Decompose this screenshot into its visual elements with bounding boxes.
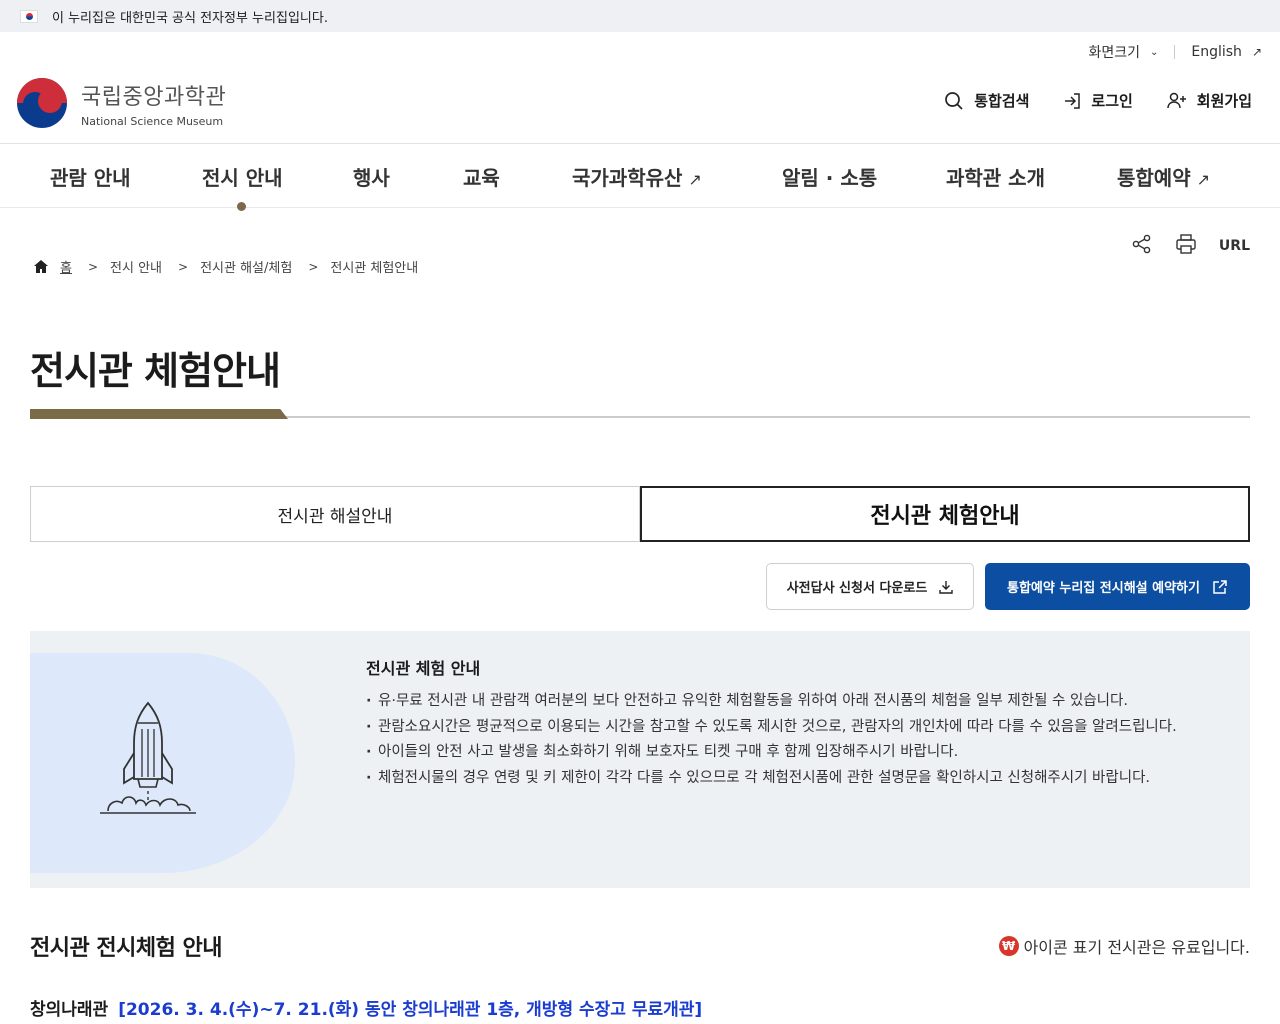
chevron-down-icon: ⌄ — [1149, 46, 1159, 58]
page-tools: URL — [1109, 233, 1250, 259]
hall-heading: 창의나래관 [2026. 3. 4.(수)~7. 21.(화) 동안 창의나래관… — [30, 995, 702, 1020]
gnb-item-events[interactable]: 행사 — [353, 162, 390, 191]
english-link[interactable]: English ↗ — [1191, 44, 1262, 60]
external-link-icon: ↗ — [1251, 45, 1262, 59]
hall-name: 창의나래관 — [30, 1000, 109, 1020]
header-actions: 통합검색 로그인 회원가입 — [910, 90, 1252, 111]
login-icon — [1065, 92, 1081, 109]
font-size-button[interactable]: 화면크기 ⌄ — [1088, 42, 1158, 62]
gov-banner-text: 이 누리집은 대한민국 공식 전자정부 누리집입니다. — [52, 10, 328, 26]
logo-korean: 국립중앙과학관 — [81, 84, 227, 110]
external-link-icon — [1213, 579, 1227, 594]
main-navigation: 관람 안내 전시 안내 행사 교육 국가과학유산 ↗ 알림 · 소통 과학관 소개… — [0, 143, 1280, 211]
list-item: 관람소요시간은 평균적으로 이용되는 시간을 참고할 수 있도록 제시한 것으로… — [366, 715, 1186, 741]
active-indicator — [237, 202, 246, 211]
search-icon — [945, 91, 963, 110]
rocket-icon — [100, 701, 196, 814]
list-item: 아이들의 안전 사고 발생을 최소화하기 위해 보호자도 티켓 구매 후 함께 … — [366, 740, 1186, 766]
user-plus-icon — [1167, 92, 1186, 108]
title-accent-bar — [30, 409, 288, 419]
breadcrumb-level1[interactable]: 전시 안내 — [110, 257, 162, 276]
chevron-right-icon: > — [87, 259, 99, 274]
korea-flag-icon — [20, 9, 38, 23]
print-button[interactable] — [1175, 233, 1197, 259]
gnb-item-exhibition[interactable]: 전시 안내 — [202, 162, 283, 191]
breadcrumb-current[interactable]: 전시관 체험안내 — [330, 257, 418, 276]
list-item: 유·무료 전시관 내 관람객 여러분의 보다 안전하고 유익한 체험활동을 위하… — [366, 689, 1186, 715]
divider — [1174, 45, 1176, 59]
download-application-button[interactable]: 사전답사 신청서 다운로드 — [766, 563, 974, 610]
site-logo[interactable]: 국립중앙과학관 National Science Museum — [17, 78, 226, 128]
utility-menu: 화면크기 ⌄ English ↗ — [1088, 42, 1262, 62]
hall-period: [2026. 3. 4.(수)~7. 21.(화) 동안 창의나래관 1층, 개… — [118, 1000, 703, 1020]
external-link-icon: ↗ — [688, 170, 702, 189]
home-icon — [34, 260, 48, 273]
gnb-item-education[interactable]: 교육 — [463, 162, 500, 191]
reserve-guide-button[interactable]: 통합예약 누리집 전시해설 예약하기 — [985, 563, 1250, 610]
logo-english: National Science Museum — [81, 114, 224, 128]
breadcrumb-home[interactable]: 홈 — [60, 257, 72, 276]
gov-banner: 이 누리집은 대한민국 공식 전자정부 누리집입니다. — [0, 0, 1280, 32]
paid-notice-text: 아이콘 표기 전시관은 유료입니다. — [1023, 938, 1250, 957]
gnb-item-reservation[interactable]: 통합예약 ↗ — [1117, 162, 1210, 191]
list-item: 체험전시물의 경우 연령 및 키 제한이 각각 다를 수 있으므로 각 체험전시… — [366, 766, 1186, 792]
paid-notice: ₩ 아이콘 표기 전시관은 유료입니다. — [998, 934, 1250, 958]
search-button[interactable]: 통합검색 — [944, 90, 1029, 111]
breadcrumb: 홈 > 전시 안내 > 전시관 해설/체험 > 전시관 체험안내 — [34, 257, 418, 276]
share-button[interactable] — [1131, 233, 1153, 259]
login-button[interactable]: 로그인 — [1063, 90, 1133, 111]
gnb-item-notice[interactable]: 알림 · 소통 — [782, 162, 877, 191]
breadcrumb-level2[interactable]: 전시관 해설/체험 — [200, 257, 292, 276]
experience-info-box: 전시관 체험 안내 유·무료 전시관 내 관람객 여러분의 보다 안전하고 유익… — [30, 631, 1250, 888]
share-icon — [1132, 234, 1151, 254]
chevron-right-icon: > — [178, 259, 189, 274]
taegeuk-logo-icon — [17, 78, 67, 128]
gnb-item-about[interactable]: 과학관 소개 — [946, 162, 1045, 191]
paid-won-icon: ₩ — [998, 936, 1019, 956]
gnb-item-visit[interactable]: 관람 안내 — [50, 162, 131, 191]
section-title: 전시관 전시체험 안내 — [30, 936, 222, 961]
chevron-right-icon: > — [308, 259, 319, 274]
download-icon — [939, 580, 954, 594]
signup-button[interactable]: 회원가입 — [1167, 90, 1252, 111]
url-copy-button[interactable]: URL — [1219, 238, 1250, 254]
external-link-icon: ↗ — [1196, 170, 1211, 189]
print-icon — [1176, 234, 1196, 254]
page-title: 전시관 체험안내 — [30, 349, 281, 393]
tab-exhibition-experience[interactable]: 전시관 체험안내 — [640, 486, 1250, 542]
tab-exhibition-guide[interactable]: 전시관 해설안내 — [30, 486, 640, 542]
info-title: 전시관 체험 안내 — [366, 659, 481, 678]
info-list: 유·무료 전시관 내 관람객 여러분의 보다 안전하고 유익한 체험활동을 위하… — [366, 689, 1186, 791]
gnb-item-heritage[interactable]: 국가과학유산 ↗ — [572, 162, 702, 191]
